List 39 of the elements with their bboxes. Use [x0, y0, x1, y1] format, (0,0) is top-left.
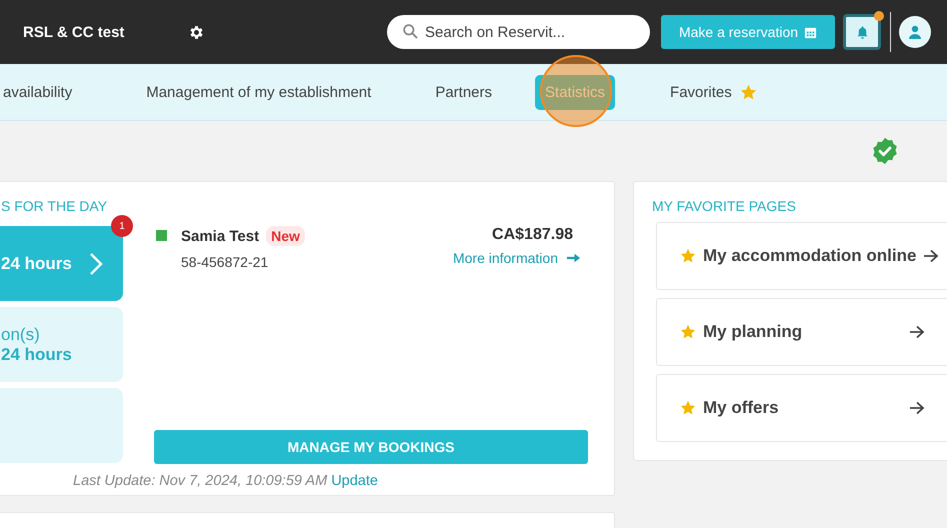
- notifications-button[interactable]: [843, 14, 881, 50]
- star-icon: [680, 324, 696, 340]
- guest-name: Samia Test: [181, 228, 260, 244]
- settings-icon[interactable]: [188, 24, 206, 40]
- last-update-text: Last Update: Nov 7, 2024, 10:09:59 AM: [73, 473, 328, 489]
- account-name: RSL & CC test: [23, 24, 124, 40]
- nav-tab[interactable]: Management of my establishment: [136, 74, 382, 110]
- favorite-page-label: My accommodation online: [703, 246, 916, 266]
- favorite-page-item[interactable]: My accommodation online: [656, 222, 947, 290]
- nav-tab[interactable]: Favorites: [660, 74, 767, 110]
- new-tag: New: [266, 226, 305, 246]
- booking-amount: CA$187.98: [492, 226, 573, 244]
- search-icon: [402, 23, 419, 40]
- nav-tab[interactable]: Partners: [425, 74, 502, 110]
- arrow-right-icon: [923, 249, 940, 263]
- user-avatar[interactable]: [899, 16, 931, 48]
- star-icon: [680, 248, 696, 264]
- favorite-page-label: My offers: [703, 398, 780, 418]
- user-icon: [907, 24, 923, 40]
- calendar-icon: [804, 26, 818, 38]
- nav-tab[interactable]: availability: [3, 74, 82, 110]
- favorite-page-item[interactable]: My offers: [656, 374, 947, 442]
- favorite-page-item[interactable]: My planning: [656, 298, 947, 366]
- bell-icon: [854, 24, 870, 40]
- tile-text: on(s): [1, 324, 41, 344]
- count-badge: 1: [111, 215, 133, 237]
- tile-text: 24 hours: [1, 344, 73, 364]
- arrow-right-icon: [909, 325, 925, 339]
- chevron-right-icon: [89, 252, 103, 276]
- arrow-right-icon: [566, 252, 581, 264]
- arrow-right-icon: [909, 401, 925, 415]
- summary-tile[interactable]: [0, 388, 123, 463]
- section-title: MY FAVORITE PAGES: [651, 197, 797, 216]
- search-field[interactable]: Search on Reservit...: [387, 15, 650, 49]
- section-title: S FOR THE DAY: [1, 198, 108, 214]
- booking-reference: 58-456872-21: [181, 254, 270, 270]
- favorite-page-label: My planning: [703, 322, 804, 342]
- star-icon: [680, 400, 696, 416]
- tile-text: 24 hours: [1, 254, 73, 274]
